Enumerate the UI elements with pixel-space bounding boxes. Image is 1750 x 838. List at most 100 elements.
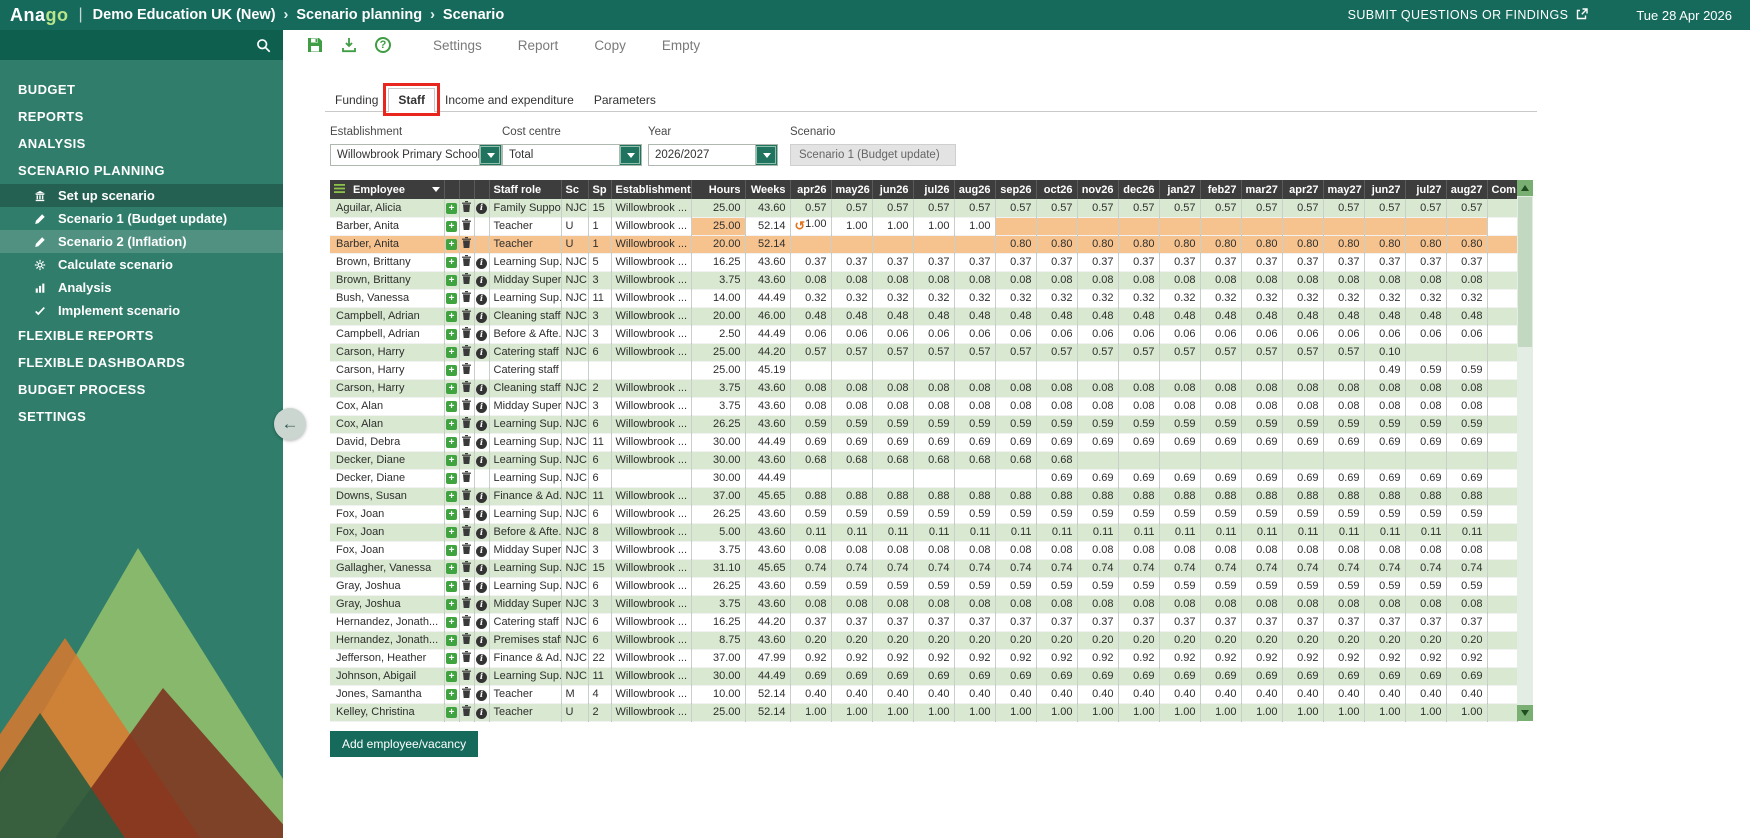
cell-month-may27[interactable]: 0.57: [1323, 199, 1364, 217]
add-contract-cell[interactable]: +: [444, 541, 459, 559]
cell-month-may26[interactable]: [831, 235, 872, 253]
sidebar-item-settings[interactable]: SETTINGS: [0, 403, 283, 430]
cell-month-sep26[interactable]: 0.74: [995, 559, 1036, 577]
cell-month-aug27[interactable]: 0.74: [1446, 559, 1487, 577]
cell-month-jun26[interactable]: 0.57: [872, 343, 913, 361]
cell-month-aug26[interactable]: 0.68: [954, 451, 995, 469]
cell-month-jul27[interactable]: 0.59: [1405, 415, 1446, 433]
cell-month-aug27[interactable]: 0.69: [1446, 667, 1487, 685]
submit-questions-link[interactable]: SUBMIT QUESTIONS OR FINDINGS: [1348, 8, 1589, 23]
cell-month-sep26[interactable]: 0.57: [995, 343, 1036, 361]
cell-month-nov26[interactable]: 0.69: [1077, 469, 1118, 487]
cell-month-apr27[interactable]: 0.37: [1282, 253, 1323, 271]
column-header-sp[interactable]: Sp: [588, 180, 611, 199]
cell-month-may27[interactable]: 0.37: [1323, 253, 1364, 271]
cell-month-jul26[interactable]: 0.59: [913, 577, 954, 595]
cell-month-aug27[interactable]: 0.08: [1446, 271, 1487, 289]
info-cell[interactable]: i: [474, 271, 489, 289]
cell-month-aug26[interactable]: 0.08: [954, 397, 995, 415]
add-contract-cell[interactable]: +: [444, 199, 459, 217]
cell-month-jul27[interactable]: 0.08: [1405, 379, 1446, 397]
cell-month-may27[interactable]: 0.57: [1323, 343, 1364, 361]
cell-month-aug27[interactable]: 0.59: [1446, 577, 1487, 595]
cell-month-nov26[interactable]: 0.06: [1077, 325, 1118, 343]
cell-month-jun27[interactable]: 0.08: [1364, 397, 1405, 415]
cell-month-oct26[interactable]: 0.69: [1036, 433, 1077, 451]
add-contract-cell[interactable]: +: [444, 523, 459, 541]
establishment-dropdown-button[interactable]: [479, 145, 501, 165]
column-header-role[interactable]: Staff role: [489, 180, 561, 199]
cell-month-dec26[interactable]: 0.37: [1118, 613, 1159, 631]
cell-month-oct26[interactable]: 0.59: [1036, 415, 1077, 433]
cell-month-apr26[interactable]: ↺1.00: [790, 217, 831, 235]
cell-month-mar27[interactable]: 0.59: [1241, 577, 1282, 595]
add-contract-cell[interactable]: +: [444, 487, 459, 505]
cell-month-mar27[interactable]: 0.69: [1241, 469, 1282, 487]
cell-month-jul26[interactable]: 1.00: [913, 217, 954, 235]
cell-month-aug26[interactable]: 1.00: [954, 217, 995, 235]
cell-month-aug26[interactable]: 0.59: [954, 577, 995, 595]
info-icon[interactable]: i: [476, 546, 487, 557]
cell-month-apr27[interactable]: 1.00: [1282, 703, 1323, 721]
cell-month-mar27[interactable]: 0.59: [1241, 505, 1282, 523]
cell-month-may26[interactable]: 0.74: [831, 559, 872, 577]
employee-filter-arrow[interactable]: [432, 187, 440, 192]
sidebar-item-reports[interactable]: REPORTS: [0, 103, 283, 130]
cell-month-oct26[interactable]: [1036, 361, 1077, 379]
cell-month-feb27[interactable]: 0.57: [1200, 199, 1241, 217]
add-icon[interactable]: +: [446, 293, 457, 304]
cell-weeks[interactable]: 46.00: [745, 307, 790, 325]
cell-hours[interactable]: 3.75: [691, 379, 745, 397]
add-icon[interactable]: +: [446, 329, 457, 340]
menu-empty[interactable]: Empty: [662, 38, 700, 53]
delete-contract-cell[interactable]: [459, 271, 474, 289]
cell-month-jun27[interactable]: 0.59: [1364, 415, 1405, 433]
cell-month-jun26[interactable]: [872, 469, 913, 487]
cell-month-jun26[interactable]: 0.69: [872, 667, 913, 685]
cell-month-dec26[interactable]: 0.74: [1118, 559, 1159, 577]
cell-month-apr26[interactable]: 0.69: [790, 433, 831, 451]
info-icon[interactable]: i: [476, 330, 487, 341]
column-header-aug26[interactable]: aug26: [954, 180, 995, 199]
cell-month-sep26[interactable]: 0.68: [995, 451, 1036, 469]
add-icon[interactable]: +: [446, 437, 457, 448]
cell-month-dec26[interactable]: 0.69: [1118, 469, 1159, 487]
cell-weeks[interactable]: 45.65: [745, 487, 790, 505]
cell-month-nov26[interactable]: 0.08: [1077, 379, 1118, 397]
cell-hours[interactable]: 14.00: [691, 289, 745, 307]
cell-month-aug26[interactable]: 0.40: [954, 685, 995, 703]
trash-icon[interactable]: [462, 579, 471, 590]
cell-month-may26[interactable]: 0.57: [831, 199, 872, 217]
sidebar-item-flexible-reports[interactable]: FLEXIBLE REPORTS: [0, 322, 283, 349]
cell-month-feb27[interactable]: 0.88: [1200, 487, 1241, 505]
cell-month-mar27[interactable]: 0.08: [1241, 271, 1282, 289]
cell-month-jul27[interactable]: [1405, 451, 1446, 469]
column-header-jun27[interactable]: jun27: [1364, 180, 1405, 199]
cell-hours[interactable]: 26.25: [691, 415, 745, 433]
trash-icon[interactable]: [462, 489, 471, 500]
add-icon[interactable]: +: [446, 545, 457, 556]
column-header-may27[interactable]: may27: [1323, 180, 1364, 199]
cell-month-jun27[interactable]: 0.40: [1364, 685, 1405, 703]
cell-month-jan27[interactable]: 0.08: [1159, 271, 1200, 289]
cell-month-feb27[interactable]: 0.69: [1200, 433, 1241, 451]
column-header-comments[interactable]: Com: [1487, 180, 1517, 199]
cell-comments[interactable]: [1487, 703, 1517, 721]
cell-month-apr26[interactable]: 0.92: [790, 649, 831, 667]
cell-month-oct26[interactable]: 0.69: [1036, 667, 1077, 685]
cell-weeks[interactable]: 44.49: [745, 325, 790, 343]
delete-contract-cell[interactable]: [459, 451, 474, 469]
cell-month-aug26[interactable]: 0.08: [954, 271, 995, 289]
cell-month-may26[interactable]: 0.37: [831, 253, 872, 271]
cell-comments[interactable]: [1487, 685, 1517, 703]
cell-month-aug26[interactable]: [954, 235, 995, 253]
cell-month-may26[interactable]: 0.08: [831, 541, 872, 559]
cell-month-oct26[interactable]: 0.48: [1036, 307, 1077, 325]
info-icon[interactable]: i: [476, 528, 487, 539]
cell-month-dec26[interactable]: 0.40: [1118, 685, 1159, 703]
delete-contract-cell[interactable]: [459, 505, 474, 523]
cell-month-may26[interactable]: 0.69: [831, 667, 872, 685]
cell-month-aug26[interactable]: 0.69: [954, 667, 995, 685]
cell-month-aug27[interactable]: 0.37: [1446, 613, 1487, 631]
info-cell[interactable]: i: [474, 685, 489, 703]
